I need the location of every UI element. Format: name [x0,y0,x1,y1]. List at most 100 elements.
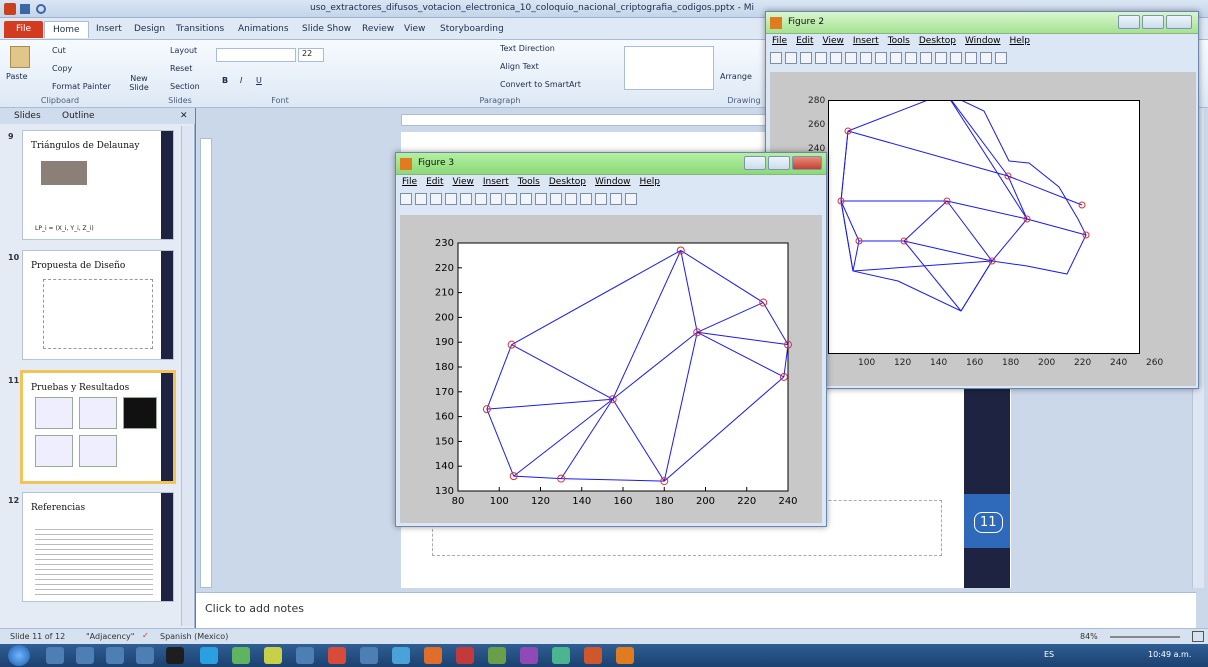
save-icon[interactable] [800,52,812,64]
font-name-box[interactable] [216,48,296,62]
minimize-button[interactable] [744,156,766,170]
colorbar-icon[interactable] [950,52,962,64]
show-tools-icon[interactable] [995,52,1007,64]
input-language[interactable]: ES [1044,650,1054,659]
spell-check-icon[interactable]: ✓ [142,631,149,640]
link-icon[interactable] [935,52,947,64]
layout-button[interactable]: Layout [170,46,197,55]
menu-window[interactable]: Window [595,177,631,187]
close-button[interactable] [1166,15,1192,29]
convert-smartart-button[interactable]: Convert to SmartArt [500,80,581,89]
tab-view[interactable]: View [404,21,425,38]
menu-desktop[interactable]: Desktop [919,36,956,46]
taskbar-app-icon[interactable] [424,647,442,664]
language-indicator[interactable]: Spanish (Mexico) [160,632,228,641]
undo-icon[interactable] [36,4,46,14]
brush-icon[interactable] [920,52,932,64]
colorbar-icon[interactable] [580,193,592,205]
figure-2-window[interactable]: Figure 2 File Edit View Insert Tools Desktop W… [765,11,1199,389]
menu-window[interactable]: Window [965,36,1001,46]
notes-area[interactable] [196,592,1196,628]
tab-slide-show[interactable]: Slide Show [302,21,351,38]
fit-slide-icon[interactable] [1192,631,1204,642]
font-size-box[interactable]: 22 [298,48,324,62]
link-icon[interactable] [565,193,577,205]
open-icon[interactable] [785,52,797,64]
zoom-level[interactable]: 84% [1080,632,1098,641]
menu-file[interactable]: File [772,36,787,46]
tab-file[interactable]: File [4,21,44,38]
pointer-icon[interactable] [830,52,842,64]
show-tools-icon[interactable] [625,193,637,205]
tab-animations[interactable]: Animations [238,21,289,38]
figure-3-titlebar[interactable]: Figure 3 [396,153,826,175]
taskbar-app-icon[interactable] [76,647,94,664]
rotate-icon[interactable] [520,193,532,205]
data-cursor-icon[interactable] [905,52,917,64]
menu-tools[interactable]: Tools [888,36,910,46]
tab-outline[interactable]: Outline [62,111,95,121]
maximize-button[interactable] [768,156,790,170]
arrange-button[interactable]: Arrange [720,72,752,81]
taskbar-app-icon[interactable] [328,647,346,664]
slide-thumb-10[interactable]: Propuesta de Diseño [22,250,174,360]
text-direction-button[interactable]: Text Direction [500,44,555,53]
align-text-button[interactable]: Align Text [500,62,539,71]
hide-tools-icon[interactable] [610,193,622,205]
zoom-out-icon[interactable] [860,52,872,64]
taskbar-app-icon[interactable] [166,647,184,664]
tab-storyboarding[interactable]: Storyboarding [440,21,504,38]
close-button[interactable] [792,156,822,170]
new-figure-icon[interactable] [400,193,412,205]
pan-icon[interactable] [505,193,517,205]
brush-icon[interactable] [550,193,562,205]
print-icon[interactable] [445,193,457,205]
menu-view[interactable]: View [823,36,844,46]
paste-icon[interactable] [10,46,30,68]
taskbar-powerpoint-icon[interactable] [584,647,602,664]
menu-insert[interactable]: Insert [483,177,509,187]
new-slide-button[interactable]: New Slide [125,74,153,92]
pane-scrollbar[interactable] [181,126,193,626]
italic-button[interactable]: I [240,76,242,85]
legend-icon[interactable] [595,193,607,205]
save-icon[interactable] [430,193,442,205]
slide-thumb-11[interactable]: Pruebas y Resultados [20,370,176,484]
clock[interactable]: 10:49 a.m. [1148,650,1191,659]
maximize-button[interactable] [1142,15,1164,29]
zoom-in-icon[interactable] [845,52,857,64]
pointer-icon[interactable] [460,193,472,205]
menu-edit[interactable]: Edit [426,177,443,187]
taskbar-app-icon[interactable] [456,647,474,664]
taskbar-app-icon[interactable] [200,647,218,664]
section-button[interactable]: Section [170,82,200,91]
slide-thumb-12[interactable]: Referencias [22,492,174,602]
save-icon[interactable] [20,4,30,14]
menu-insert[interactable]: Insert [853,36,879,46]
menu-file[interactable]: File [402,177,417,187]
rotate-icon[interactable] [890,52,902,64]
tab-review[interactable]: Review [362,21,394,38]
tab-transitions[interactable]: Transitions [176,21,224,38]
bold-button[interactable]: B [222,76,228,85]
copy-button[interactable]: Copy [52,64,72,73]
taskbar-app-icon[interactable] [488,647,506,664]
paste-button[interactable]: Paste [6,72,28,81]
data-cursor-icon[interactable] [535,193,547,205]
taskbar-app-icon[interactable] [552,647,570,664]
taskbar-app-icon[interactable] [360,647,378,664]
tab-design[interactable]: Design [134,21,165,38]
menu-help[interactable]: Help [1009,36,1030,46]
figure-2-axes[interactable] [828,92,1140,354]
menu-help[interactable]: Help [639,177,660,187]
underline-button[interactable]: U [256,76,262,85]
pan-icon[interactable] [875,52,887,64]
menu-desktop[interactable]: Desktop [549,177,586,187]
taskbar-app-icon[interactable] [136,647,154,664]
open-icon[interactable] [415,193,427,205]
shapes-gallery[interactable] [624,46,714,90]
new-figure-icon[interactable] [770,52,782,64]
taskbar-app-icon[interactable] [520,647,538,664]
print-icon[interactable] [815,52,827,64]
format-painter-button[interactable]: Format Painter [52,82,111,91]
